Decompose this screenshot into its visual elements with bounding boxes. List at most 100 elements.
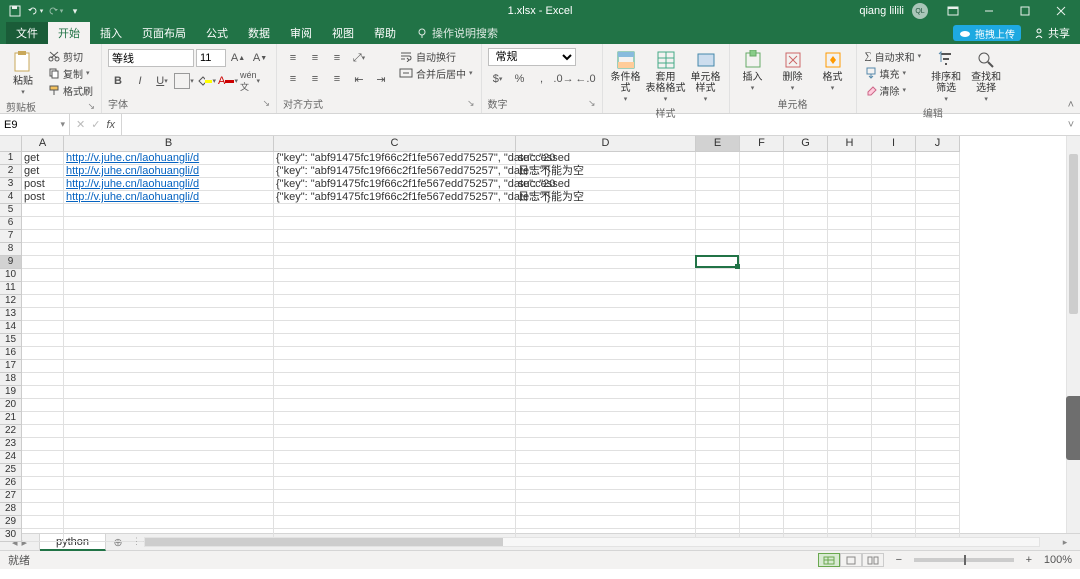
cell[interactable] [22, 347, 64, 360]
user-name[interactable]: qiang lilili [859, 5, 904, 17]
column-header[interactable]: I [872, 136, 916, 152]
cell[interactable] [784, 490, 828, 503]
cell[interactable] [916, 373, 960, 386]
cell[interactable] [872, 204, 916, 217]
cell[interactable] [22, 230, 64, 243]
cell[interactable] [872, 347, 916, 360]
cell[interactable] [872, 464, 916, 477]
cell[interactable] [64, 347, 274, 360]
cell[interactable] [784, 464, 828, 477]
cell[interactable] [872, 191, 916, 204]
cell[interactable] [828, 243, 872, 256]
zoom-out-button[interactable]: − [892, 554, 906, 566]
cell[interactable] [696, 438, 740, 451]
share-button[interactable]: 共享 [1027, 25, 1076, 41]
cell[interactable] [828, 308, 872, 321]
cell[interactable] [828, 256, 872, 269]
cell[interactable] [274, 204, 516, 217]
launcher-icon[interactable]: ↘ [467, 98, 475, 109]
cell[interactable] [64, 243, 274, 256]
cell[interactable] [872, 490, 916, 503]
cell[interactable] [872, 399, 916, 412]
cell[interactable] [64, 217, 274, 230]
cell[interactable] [274, 230, 516, 243]
increase-indent-icon[interactable]: ⇥ [371, 69, 391, 89]
cell[interactable] [740, 165, 784, 178]
cell[interactable] [784, 152, 828, 165]
cell[interactable] [516, 360, 696, 373]
column-header[interactable]: C [274, 136, 516, 152]
cell[interactable] [740, 217, 784, 230]
cell[interactable] [784, 477, 828, 490]
cell[interactable] [516, 217, 696, 230]
cell[interactable] [828, 217, 872, 230]
expand-formula-bar-icon[interactable]: ˅ [1062, 114, 1080, 135]
cell[interactable] [872, 256, 916, 269]
format-cells-button[interactable]: 格式▾ [816, 48, 850, 93]
cell[interactable]: http://v.juhe.cn/laohuangli/d [64, 178, 274, 191]
cell[interactable] [64, 334, 274, 347]
cell[interactable] [22, 386, 64, 399]
cell[interactable] [784, 243, 828, 256]
cell[interactable] [872, 360, 916, 373]
cell[interactable] [696, 464, 740, 477]
cell[interactable] [916, 477, 960, 490]
cell[interactable] [696, 269, 740, 282]
cell[interactable] [916, 165, 960, 178]
cell[interactable] [274, 464, 516, 477]
phonetic-button[interactable]: wén文▾ [240, 71, 260, 91]
cell[interactable]: {"key": "abf91475fc19f66c2f1fe567edd7525… [274, 191, 516, 204]
cell[interactable] [64, 360, 274, 373]
cell[interactable] [828, 529, 872, 533]
row-header[interactable]: 23 [0, 438, 22, 451]
cell[interactable] [784, 412, 828, 425]
cell[interactable] [696, 477, 740, 490]
cell[interactable] [64, 282, 274, 295]
cell[interactable] [784, 256, 828, 269]
cell[interactable] [696, 360, 740, 373]
cell[interactable] [22, 529, 64, 533]
cell[interactable] [828, 334, 872, 347]
number-format-select[interactable]: 常规 [488, 48, 576, 66]
cell[interactable] [784, 425, 828, 438]
orientation-icon[interactable]: ⤢▾ [349, 48, 369, 68]
cell[interactable] [872, 217, 916, 230]
cell[interactable] [696, 165, 740, 178]
cell[interactable] [872, 308, 916, 321]
cell[interactable] [916, 503, 960, 516]
cell[interactable] [696, 321, 740, 334]
cell[interactable] [828, 386, 872, 399]
cell[interactable] [916, 282, 960, 295]
clear-button[interactable]: 清除▾ [863, 82, 924, 98]
cell[interactable] [740, 360, 784, 373]
comma-format-icon[interactable]: , [532, 69, 552, 89]
cell[interactable] [22, 477, 64, 490]
minimize-button[interactable] [972, 0, 1006, 22]
tab-formulas[interactable]: 公式 [196, 22, 238, 44]
cell[interactable] [828, 464, 872, 477]
cell[interactable]: post [22, 191, 64, 204]
cell[interactable] [872, 412, 916, 425]
cell[interactable] [22, 282, 64, 295]
cell[interactable] [740, 503, 784, 516]
normal-view-icon[interactable] [818, 553, 840, 567]
cell[interactable] [22, 256, 64, 269]
save-icon[interactable] [6, 2, 24, 20]
cell[interactable] [740, 412, 784, 425]
cell[interactable] [740, 438, 784, 451]
cell[interactable] [916, 243, 960, 256]
row-header[interactable]: 4 [0, 191, 22, 204]
insert-cells-button[interactable]: 插入▾ [736, 48, 770, 93]
cell[interactable] [22, 503, 64, 516]
cell[interactable] [274, 295, 516, 308]
collapse-ribbon-icon[interactable]: ˄ [1068, 99, 1074, 111]
cell[interactable] [22, 243, 64, 256]
format-painter-button[interactable]: 格式刷 [46, 82, 95, 98]
cut-button[interactable]: 剪切 [46, 48, 95, 64]
cell[interactable] [740, 152, 784, 165]
cell[interactable] [22, 438, 64, 451]
cell[interactable] [696, 529, 740, 533]
cell[interactable] [784, 230, 828, 243]
cell[interactable] [916, 425, 960, 438]
cell[interactable] [516, 438, 696, 451]
